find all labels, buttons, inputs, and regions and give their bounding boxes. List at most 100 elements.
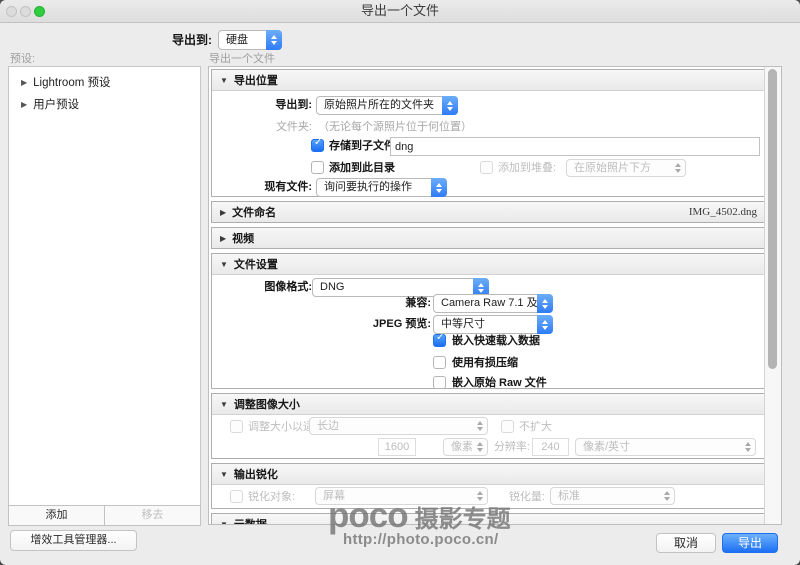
collapse-triangle-icon[interactable]: ▼ (220, 470, 228, 479)
section-header-export-location[interactable]: ▼ 导出位置 (212, 70, 764, 91)
collapse-triangle-icon[interactable]: ▼ (220, 520, 228, 526)
export-to-label: 导出到: (132, 31, 212, 50)
section-image-sizing: ▼ 调整图像大小 调整大小以适合: 长边 不扩大 像素 分辨率: 像素/英寸 (211, 393, 765, 459)
resize-to-fit-select: 长边 (309, 417, 488, 435)
collapse-triangle-icon[interactable]: ▶ (220, 234, 226, 243)
section-header-image-sizing[interactable]: ▼ 调整图像大小 (212, 394, 764, 415)
disclosure-triangle-icon[interactable]: ▶ (21, 73, 27, 93)
section-title: 视频 (232, 230, 254, 246)
size-unit-value: 像素 (444, 439, 472, 455)
collapse-triangle-icon[interactable]: ▶ (220, 208, 226, 217)
resolution-label: 分辨率: (482, 438, 530, 457)
export-destination-value: 硬盘 (219, 31, 266, 49)
compatibility-select[interactable]: Camera Raw 7.1 及以上 (433, 294, 553, 313)
section-title: 元数据 (234, 516, 267, 525)
section-header-file-settings[interactable]: ▼ 文件设置 (212, 254, 764, 275)
section-file-settings: ▼ 文件设置 图像格式: DNG 兼容: Camera Raw 7.1 及以上 … (211, 253, 765, 389)
remove-preset-button[interactable]: 移去 (104, 505, 201, 526)
watermark-url: http://photo.poco.cn/ (343, 531, 511, 548)
resize-to-fit-checkbox[interactable] (230, 420, 243, 433)
collapse-triangle-icon[interactable]: ▼ (220, 260, 228, 269)
panel-caption: 导出一个文件 (209, 50, 275, 66)
jpeg-preview-label: JPEG 预览: (212, 315, 431, 334)
stepper-icon (472, 487, 488, 505)
folder-note: （无论每个源照片位于何位置） (318, 118, 472, 137)
dont-enlarge-checkbox (501, 420, 514, 433)
add-to-stack-value: 在原始照片下方 (567, 160, 670, 176)
sharpen-for-checkbox[interactable] (230, 490, 243, 503)
section-title: 调整图像大小 (234, 396, 300, 412)
sharpen-amount-select: 标准 (550, 487, 675, 505)
presets-list: ▶ Lightroom 预设 ▶ 用户预设 (8, 66, 201, 506)
plugin-manager-button[interactable]: 增效工具管理器... (10, 530, 137, 551)
stepper-icon (472, 417, 488, 435)
sharpen-for-value: 屏幕 (316, 488, 472, 504)
embed-raw-checkbox[interactable] (433, 376, 446, 389)
stepper-icon (740, 438, 756, 456)
existing-files-label: 现有文件: (212, 178, 312, 197)
section-title: 输出锐化 (234, 466, 278, 482)
sharpen-for-select: 屏幕 (315, 487, 488, 505)
compatibility-label: 兼容: (212, 294, 431, 313)
scrollbar-thumb[interactable] (768, 69, 777, 369)
section-metadata: ▼ 元数据 (211, 513, 765, 525)
add-preset-button[interactable]: 添加 (8, 505, 105, 526)
section-header-metadata[interactable]: ▼ 元数据 (212, 514, 764, 525)
stepper-icon (537, 294, 553, 313)
export-settings-panel: ▼ 导出位置 导出到: 原始照片所在的文件夹 文件夹: （无论每个源照片位于何位… (208, 66, 782, 525)
collapse-triangle-icon[interactable]: ▼ (220, 400, 228, 409)
section-title: 文件命名 (232, 204, 276, 220)
section-title: 文件设置 (234, 256, 278, 272)
export-dialog-window: 导出一个文件 导出到: 硬盘 预设: ▶ Lightroom 预设 ▶ 用户预设 添… (0, 0, 800, 565)
add-to-catalog-label: 添加到此目录 (329, 159, 395, 178)
subfolder-checkbox[interactable] (311, 139, 324, 152)
section-output-sharpening: ▼ 输出锐化 锐化对象: 屏幕 锐化量: 标准 (211, 463, 765, 509)
disclosure-triangle-icon[interactable]: ▶ (21, 95, 27, 115)
export-to-select[interactable]: 原始照片所在的文件夹 (316, 96, 458, 115)
window-title: 导出一个文件 (0, 0, 800, 22)
add-to-stack-label: 添加到堆叠: (498, 159, 556, 178)
jpeg-preview-value: 中等尺寸 (434, 316, 537, 333)
resolution-unit-select: 像素/英寸 (575, 438, 756, 456)
add-to-stack-select: 在原始照片下方 (566, 159, 686, 177)
stepper-icon (442, 96, 458, 115)
presets-caption: 预设: (10, 50, 35, 66)
stepper-icon (670, 159, 686, 177)
collapse-triangle-icon[interactable]: ▼ (220, 76, 228, 85)
preset-group-label: Lightroom 预设 (33, 77, 110, 89)
sharpen-amount-value: 标准 (551, 488, 659, 504)
section-export-location: ▼ 导出位置 导出到: 原始照片所在的文件夹 文件夹: （无论每个源照片位于何位… (211, 69, 765, 197)
stepper-icon (659, 487, 675, 505)
sidebar-item-lightroom-presets[interactable]: ▶ Lightroom 预设 (21, 73, 111, 94)
stepper-icon (431, 178, 447, 197)
title-bar: 导出一个文件 (0, 0, 800, 23)
add-to-catalog-checkbox[interactable] (311, 161, 324, 174)
subfolder-name-input[interactable] (390, 137, 760, 156)
resize-to-fit-value: 长边 (310, 418, 472, 434)
embed-raw-label: 嵌入原始 Raw 文件 (452, 374, 547, 393)
panel-scrollbar[interactable] (764, 67, 781, 524)
folder-label: 文件夹: (212, 118, 312, 137)
export-button[interactable]: 导出 (722, 533, 778, 553)
embed-fast-load-checkbox[interactable] (433, 334, 446, 347)
export-destination-select[interactable]: 硬盘 (218, 30, 282, 50)
export-to-value: 原始照片所在的文件夹 (317, 97, 442, 114)
dont-enlarge-label: 不扩大 (519, 418, 552, 437)
section-title: 导出位置 (234, 72, 278, 88)
section-header-output-sharpening[interactable]: ▼ 输出锐化 (212, 464, 764, 485)
compatibility-value: Camera Raw 7.1 及以上 (434, 295, 537, 312)
add-to-stack-checkbox (480, 161, 493, 174)
section-file-naming: ▶ 文件命名 IMG_4502.dng (211, 201, 765, 223)
resolution-unit-value: 像素/英寸 (576, 439, 740, 455)
lossy-compression-checkbox[interactable] (433, 356, 446, 369)
sidebar-item-user-presets[interactable]: ▶ 用户预设 (21, 95, 79, 116)
resolution-input (532, 438, 569, 456)
existing-files-select[interactable]: 询问要执行的操作 (316, 178, 447, 197)
sharpen-amount-label: 锐化量: (492, 488, 545, 507)
stepper-icon (266, 30, 282, 50)
embed-fast-load-label: 嵌入快速载入数据 (452, 332, 540, 351)
preset-group-label: 用户预设 (33, 99, 79, 111)
section-header-video[interactable]: ▶ 视频 (212, 228, 764, 248)
cancel-button[interactable]: 取消 (656, 533, 716, 553)
section-header-file-naming[interactable]: ▶ 文件命名 (212, 202, 764, 222)
